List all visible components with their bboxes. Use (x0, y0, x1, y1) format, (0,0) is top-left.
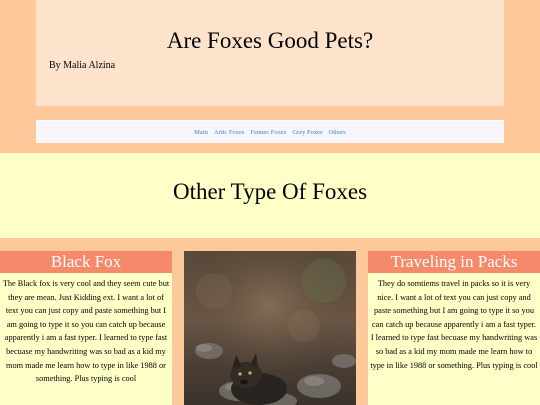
author-byline: By Malia Alzina (49, 60, 116, 71)
nav-link-others[interactable]: Others (329, 129, 346, 136)
black-fox-card-title: Black Fox (0, 251, 172, 273)
section-title: Other Type Of Foxes (172, 179, 368, 204)
traveling-packs-card-title: Traveling in Packs (368, 251, 540, 273)
fox-photo-image (184, 251, 356, 405)
nav-link-fennec-foxes[interactable]: Fennec Foxes (250, 129, 286, 136)
page-header: Are Foxes Good Pets? By Malia Alzina (36, 0, 504, 106)
section-banner: Other Type Of Foxes (0, 153, 540, 238)
traveling-packs-card-text: They do somtiems travel in packs so it i… (370, 279, 538, 370)
top-nav: Main Artic Foxes Fennec Foxes Grey Foxes… (36, 120, 504, 143)
fox-photo (184, 251, 356, 405)
black-fox-card: Black Fox The Black fox is very cool and… (0, 251, 172, 405)
black-fox-card-text: The Black fox is very cool and they seem… (2, 279, 170, 384)
nav-link-grey-foxes[interactable]: Grey Foxes (292, 129, 322, 136)
traveling-packs-card: Traveling in Packs They do somtiems trav… (368, 251, 540, 405)
nav-link-artic-foxes[interactable]: Artic Foxes (214, 129, 245, 136)
nav-link-main[interactable]: Main (194, 129, 208, 136)
page-title: Are Foxes Good Pets? (166, 28, 374, 53)
